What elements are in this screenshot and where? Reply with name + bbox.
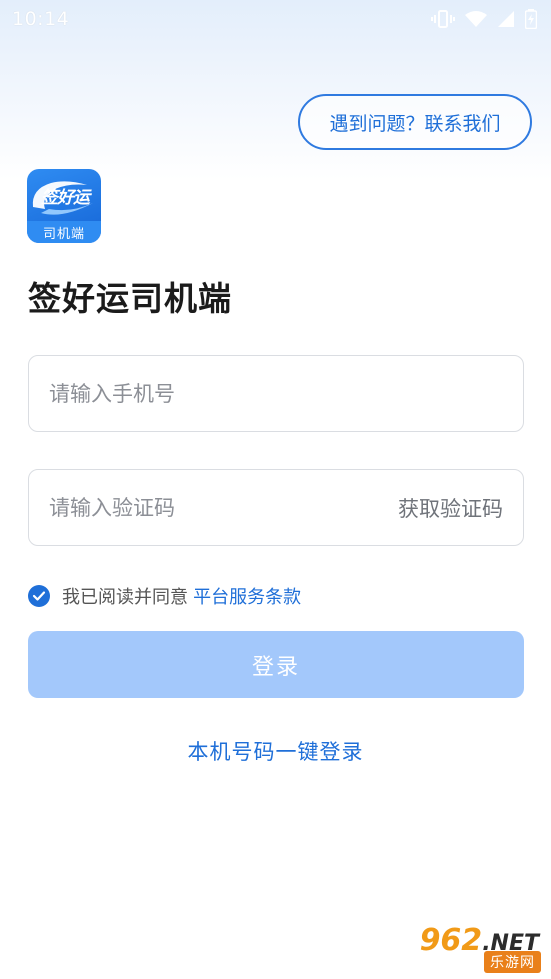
battery-icon xyxy=(525,9,537,29)
agreement-row: 我已阅读并同意 平台服务条款 xyxy=(28,583,301,609)
status-bar: 10:14 xyxy=(0,0,551,38)
login-button[interactable]: 登录 xyxy=(28,631,524,698)
page-title: 签好运司机端 xyxy=(28,279,232,318)
vibrate-icon xyxy=(431,9,455,29)
code-field: 获取验证码 xyxy=(28,469,524,546)
watermark-bottom: 乐游网 xyxy=(484,951,541,973)
wifi-icon xyxy=(465,10,487,28)
watermark-number: 962 xyxy=(419,923,483,958)
status-time: 10:14 xyxy=(12,8,70,30)
watermark-logo: 962.NET 乐游网 xyxy=(411,923,543,973)
check-icon xyxy=(32,591,46,601)
logo-brand-text: 签好运 xyxy=(41,188,90,208)
signal-icon xyxy=(497,10,515,28)
phone-field xyxy=(28,355,524,432)
agreement-text: 我已阅读并同意 xyxy=(62,587,188,608)
phone-input[interactable] xyxy=(49,381,503,406)
one-key-login-link[interactable]: 本机号码一键登录 xyxy=(0,736,551,766)
logo-sub-text: 司机端 xyxy=(27,221,101,243)
contact-us-button[interactable]: 遇到问题？联系我们 xyxy=(298,94,532,150)
status-icons xyxy=(431,9,537,29)
app-logo: 签好运 司机端 xyxy=(27,169,101,243)
get-code-button[interactable]: 获取验证码 xyxy=(398,493,503,523)
verification-code-input[interactable] xyxy=(49,495,398,520)
terms-link[interactable]: 平台服务条款 xyxy=(193,587,301,608)
agreement-checkbox[interactable] xyxy=(28,585,50,607)
